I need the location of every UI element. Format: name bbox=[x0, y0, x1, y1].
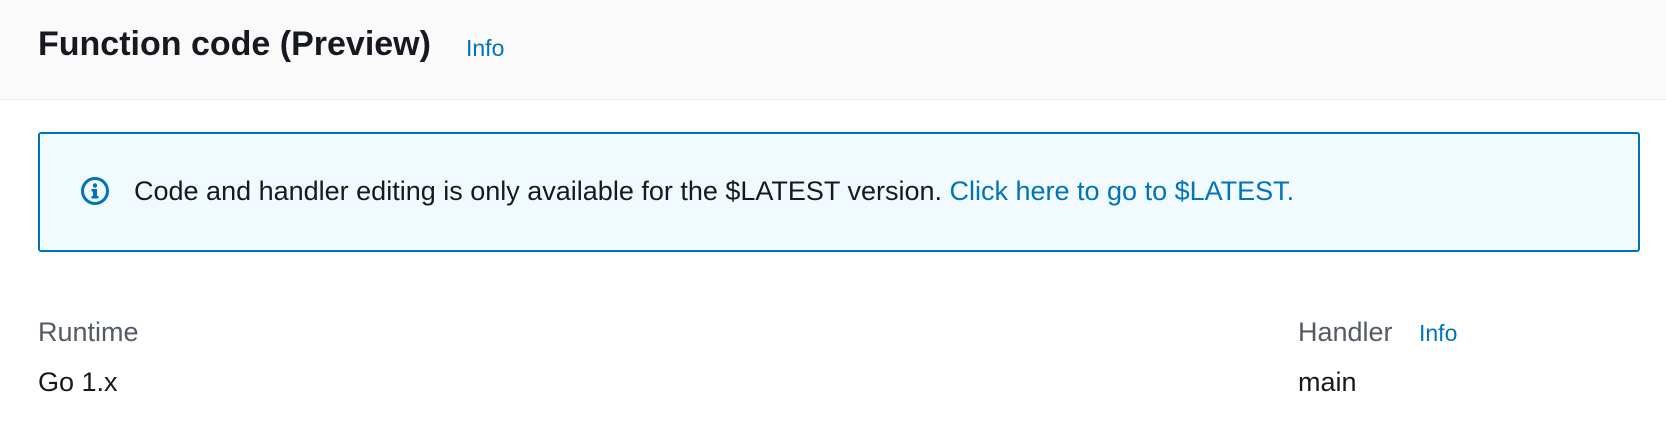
section-title: Function code (Preview) bbox=[38, 25, 431, 63]
info-circle-icon bbox=[80, 176, 110, 206]
handler-info-link[interactable]: Info bbox=[1419, 318, 1457, 348]
runtime-value: Go 1.x bbox=[38, 367, 118, 397]
handler-label: Handler bbox=[1298, 317, 1393, 347]
alert-message-line: Code and handler editing is only availab… bbox=[134, 174, 1294, 208]
runtime-label: Runtime bbox=[38, 317, 139, 347]
handler-value: main bbox=[1298, 367, 1357, 397]
header-info-link[interactable]: Info bbox=[466, 33, 504, 63]
alert-message: Code and handler editing is only availab… bbox=[134, 176, 950, 206]
section-header: Function code (Preview) Info bbox=[0, 0, 1666, 100]
go-to-latest-link[interactable]: Click here to go to $LATEST. bbox=[949, 176, 1294, 206]
info-alert: Code and handler editing is only availab… bbox=[38, 132, 1640, 252]
